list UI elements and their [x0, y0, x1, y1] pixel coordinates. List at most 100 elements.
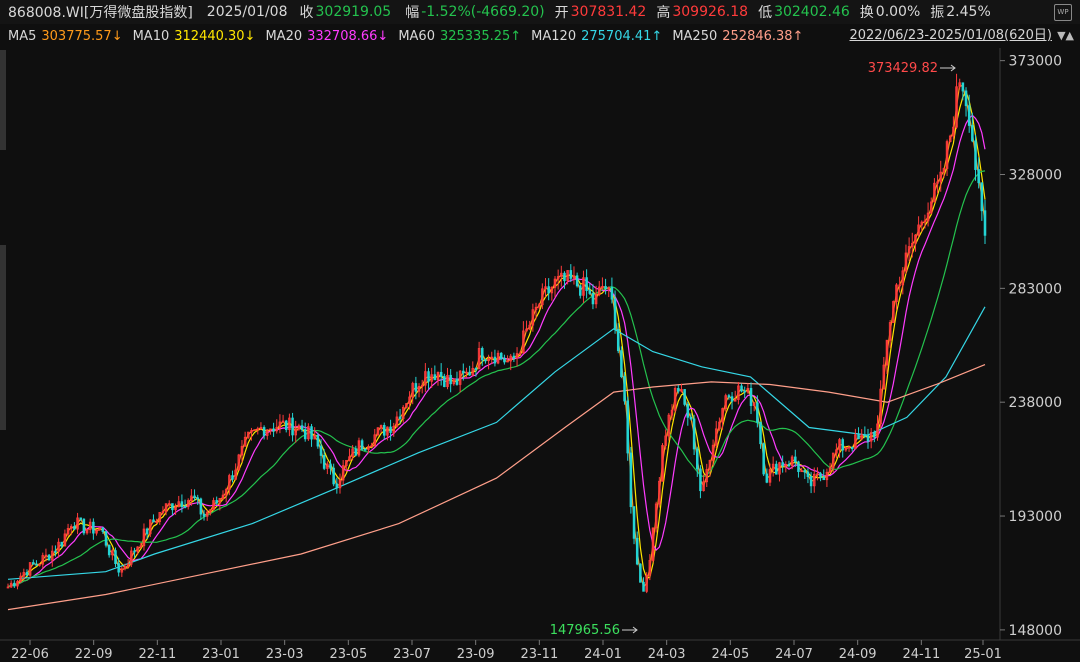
ma-line-ma20: [7, 114, 986, 588]
candle-body: [319, 445, 323, 456]
candle-body: [114, 550, 117, 565]
candle-body: [841, 439, 844, 451]
x-tick-label: 24-01: [584, 647, 622, 662]
candle-body: [193, 495, 196, 499]
candle-body: [765, 473, 769, 483]
candle-body: [629, 452, 633, 508]
x-tick-label: 23-11: [520, 647, 558, 662]
candle-body: [639, 563, 642, 583]
candle-body: [683, 389, 686, 405]
candle-body: [300, 425, 304, 430]
candle-body: [575, 275, 579, 287]
x-tick-label: 24-03: [648, 647, 686, 662]
candle-body: [632, 506, 636, 539]
candle-body: [971, 125, 974, 142]
x-tick-label: 22-06: [11, 647, 49, 662]
candle-body: [107, 544, 111, 556]
candle-body: [427, 371, 430, 382]
candle-body: [756, 402, 759, 423]
candle-body: [322, 455, 326, 469]
min-arrow: [622, 626, 638, 634]
candle-body: [291, 417, 294, 436]
candle-body: [762, 443, 765, 475]
candle-body: [512, 355, 516, 359]
candle-body: [866, 434, 870, 442]
x-tick-label: 23-05: [329, 647, 367, 662]
candle-body: [620, 350, 623, 377]
candle-body: [493, 356, 497, 364]
ma-line-ma5: [7, 83, 986, 589]
candle-body: [398, 416, 402, 419]
candle-body: [699, 468, 702, 492]
x-tick-label: 24-07: [775, 647, 813, 662]
candle-body: [60, 541, 64, 547]
candle-body: [455, 378, 459, 385]
candle-body: [196, 497, 199, 500]
candle-body: [967, 105, 971, 126]
candle-body: [414, 383, 418, 392]
candle-body: [171, 503, 174, 511]
candle-body: [284, 420, 288, 431]
candle-body: [272, 428, 275, 432]
candle-body: [759, 421, 762, 445]
candle-body: [961, 82, 965, 92]
candle-body: [977, 169, 980, 184]
candle-body: [82, 518, 86, 534]
candle-body: [389, 426, 392, 433]
candle-body: [775, 463, 778, 475]
candle-body: [803, 470, 807, 473]
candle-body: [484, 359, 487, 362]
candle-body: [740, 385, 743, 392]
candle-body: [689, 416, 693, 420]
x-tick-label: 24-11: [902, 647, 940, 662]
candle-body: [626, 400, 629, 454]
candle-body: [635, 537, 639, 565]
candle-body: [180, 501, 184, 507]
candle-body: [329, 463, 332, 469]
candle-body: [262, 427, 266, 436]
ma-line-ma250: [7, 364, 986, 611]
candle-body: [588, 290, 592, 294]
candle-body: [797, 461, 800, 472]
candle-body: [202, 513, 206, 517]
candle-body: [822, 476, 826, 481]
candle-body: [863, 434, 867, 437]
candle-body: [809, 476, 813, 487]
candle-body: [850, 446, 854, 450]
candle-body: [117, 563, 120, 573]
y-tick-label: 193000: [1009, 509, 1062, 525]
candle-body: [231, 475, 234, 480]
candle-body: [303, 429, 307, 440]
candle-body: [382, 424, 386, 436]
candle-body: [73, 525, 76, 530]
candle-body: [13, 582, 16, 587]
candle-body: [462, 370, 465, 374]
candle-body: [443, 375, 446, 388]
candle-body: [335, 483, 339, 489]
candle-body: [563, 272, 566, 282]
candle-body: [468, 371, 471, 376]
x-tick-label: 23-03: [266, 647, 304, 662]
y-tick-label: 148000: [1009, 623, 1062, 639]
candle-body: [101, 527, 105, 532]
candle-body: [781, 462, 784, 467]
candle-body: [92, 521, 95, 534]
candle-body: [449, 374, 452, 385]
candle-body: [133, 550, 136, 553]
candle-body: [613, 298, 617, 330]
candle-body: [32, 562, 35, 565]
candle-body: [145, 528, 149, 535]
candle-body: [964, 90, 968, 107]
x-axis-ticks: 22-06 22-09 22-11 23-01 23-03 23-05 23-07 23-09…: [11, 640, 1002, 662]
x-tick-label: 22-09: [75, 647, 113, 662]
candle-body: [980, 182, 984, 212]
candle-body: [152, 519, 155, 523]
x-tick-label: 25-01: [964, 647, 1002, 662]
candle-body: [787, 463, 791, 467]
y-tick-label: 238000: [1009, 395, 1062, 411]
candle-body: [677, 388, 680, 392]
annotations: 373429.82 147965.56: [550, 61, 956, 638]
candle-body: [794, 456, 797, 463]
candle-body: [743, 390, 746, 393]
y-tick-label: 283000: [1009, 281, 1062, 297]
